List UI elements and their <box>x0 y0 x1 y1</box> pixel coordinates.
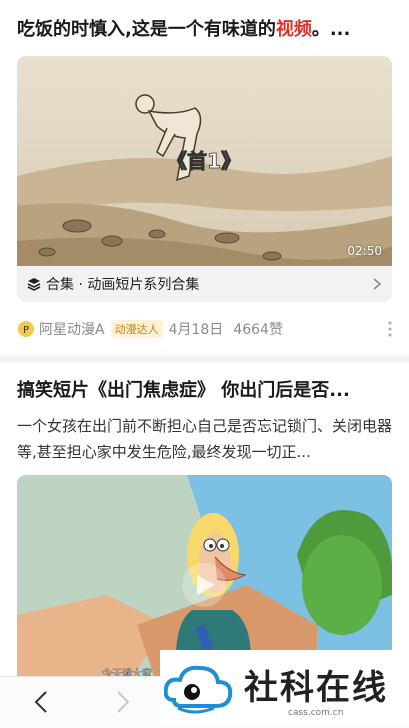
watermark-url: cass.com.cn <box>288 708 344 718</box>
post-card-1[interactable]: 吃饭的时慎入,这是一个有味道的视频。... 《首1》 02:50 合集 · 动画… <box>0 0 409 341</box>
svg-text:P: P <box>23 325 29 336</box>
video-caption: 《首1》 <box>167 149 241 173</box>
feed: 吃饭的时慎入,这是一个有味道的视频。... 《首1》 02:50 合集 · 动画… <box>0 0 409 685</box>
video-thumbnail[interactable]: 《首1》 02:50 <box>17 56 392 266</box>
forward-arrow-icon[interactable] <box>108 687 138 717</box>
author-badge: 动漫达人 <box>110 320 163 338</box>
back-arrow-icon[interactable] <box>26 687 56 717</box>
title-text: 吃饭的时慎入,这是一个有味道的 <box>17 19 276 40</box>
post-title[interactable]: 搞笑短片《出门焦虑症》 你出门后是否... <box>17 379 392 403</box>
more-vertical-icon[interactable] <box>388 321 392 337</box>
like-count: 4664赞 <box>233 322 283 338</box>
title-highlight: 视频 <box>275 19 312 40</box>
video-duration: 02:50 <box>347 244 382 258</box>
chevron-right-icon <box>372 277 382 291</box>
post-title[interactable]: 吃饭的时慎入,这是一个有味道的视频。... <box>17 18 392 42</box>
watermark-name: 社科在线 <box>244 668 388 708</box>
stack-icon <box>27 277 41 291</box>
author-name[interactable]: 阿星动漫A <box>39 319 105 339</box>
feed-divider <box>0 355 409 363</box>
collection-bar[interactable]: 合集 · 动画短片系列合集 <box>17 266 392 302</box>
watermark-logo <box>163 660 234 720</box>
collection-label: 合集 · 动画短片系列合集 <box>46 277 200 293</box>
post-meta: P 阿星动漫A 动漫达人 4月18日 4664赞 <box>17 317 392 341</box>
title-ellipsis: 。... <box>311 19 351 40</box>
post-card-2[interactable]: 搞笑短片《出门焦虑症》 你出门后是否... 一个女孩在出门前不断担心自己是否忘记… <box>0 363 409 685</box>
post-date: 4月18日 <box>168 322 224 338</box>
avatar-icon[interactable]: P <box>17 320 35 338</box>
post-description: 一个女孩在出门前不断担心自己是否忘记锁门、关闭电器等,甚至担心家中发生危险,最终… <box>17 417 392 461</box>
thumbnail-art: 《首1》 <box>17 56 392 266</box>
watermark: 社科在线 cass.com.cn <box>160 650 409 727</box>
